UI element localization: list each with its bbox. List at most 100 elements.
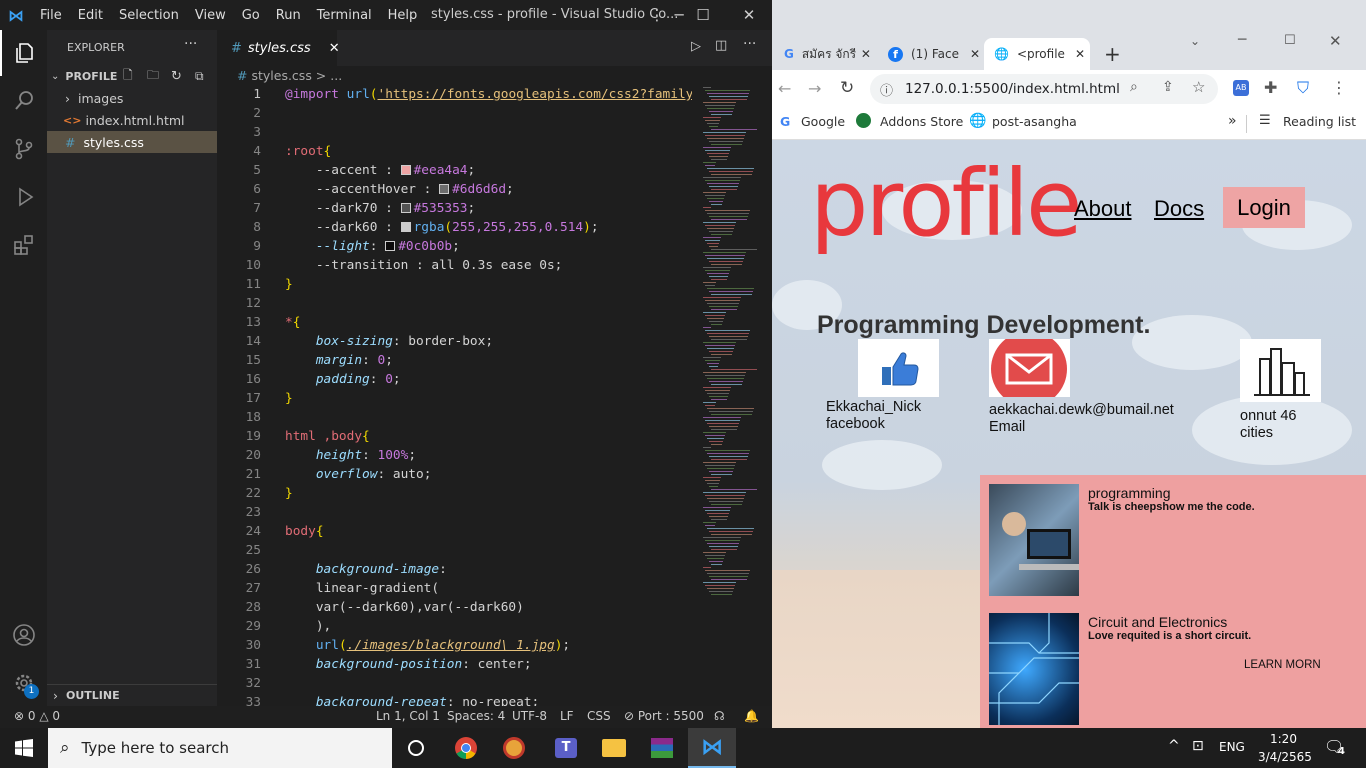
extension-ab-icon[interactable]: AB (1233, 80, 1249, 96)
source-control-icon[interactable] (0, 126, 47, 172)
show-hidden-icons[interactable]: ^ (1168, 738, 1180, 754)
menu-edit[interactable]: Edit (70, 8, 111, 23)
run-icon[interactable]: ▷ (691, 39, 701, 54)
menu-selection[interactable]: Selection (111, 8, 187, 23)
browser-tab-2[interactable]: f (1) Face ✕ (882, 38, 982, 70)
outline-section[interactable]: › OUTLINE (47, 684, 217, 706)
nav-docs[interactable]: Docs (1154, 196, 1204, 222)
browser-close-button[interactable]: ✕ (1329, 32, 1342, 50)
bookmark-addons-store[interactable]: Addons Store (880, 114, 963, 129)
learn-more-link[interactable]: LEARN MORN (1244, 659, 1321, 671)
teams-taskbar-icon[interactable]: T (542, 728, 590, 768)
site-logo[interactable]: profile (810, 150, 1083, 257)
new-file-icon[interactable]: 🗋 (123, 66, 133, 87)
menu-file[interactable]: File (32, 8, 70, 23)
menu-help[interactable]: Help (380, 8, 426, 23)
tab-close-icon[interactable]: ✕ (861, 47, 871, 61)
cursor-position[interactable]: Ln 1, Col 1 (376, 709, 440, 723)
notifications-icon[interactable]: 🔔 (744, 709, 759, 723)
post-title[interactable]: Circuit and Electronics (1088, 614, 1227, 630)
tree-item-index-html[interactable]: <> index.html.html (47, 109, 217, 131)
zoom-icon[interactable]: ⌕ (1130, 79, 1138, 95)
split-editor-icon[interactable]: ◫ (715, 38, 727, 53)
tab-close-icon[interactable]: ✕ (970, 47, 980, 61)
file-explorer-taskbar-icon[interactable] (590, 728, 638, 768)
minimap-line (705, 510, 730, 511)
browser-minimize-button[interactable]: ─ (1238, 32, 1246, 48)
browser-tab-3-active[interactable]: 🌐 <profile ✕ (984, 38, 1090, 70)
url-text[interactable]: 127.0.0.1:5500/index.html.html (905, 81, 1120, 97)
chrome-canary-taskbar-icon[interactable] (490, 728, 538, 768)
browser-tab-1[interactable]: G สมัคร จักรี ✕ (778, 38, 878, 70)
language-mode[interactable]: CSS (587, 709, 611, 723)
extensions-puzzle-icon[interactable]: ✚ (1264, 78, 1277, 97)
tab-search-icon[interactable]: ⌄ (1190, 34, 1200, 48)
nav-about[interactable]: About (1074, 196, 1132, 222)
explorer-icon[interactable] (0, 30, 47, 76)
network-icon[interactable]: ⊡ (1192, 738, 1204, 754)
minimap-line (707, 123, 719, 124)
manage-gear-icon[interactable]: 1 (0, 660, 47, 706)
reload-icon[interactable]: ↻ (840, 78, 854, 98)
search-icon[interactable] (0, 78, 47, 124)
tab-close-icon[interactable]: ✕ (329, 41, 340, 56)
input-language[interactable]: ENG (1219, 740, 1245, 754)
minimap[interactable] (695, 87, 763, 607)
new-folder-icon[interactable]: 🗀 (147, 66, 159, 87)
task-view-icon[interactable] (392, 728, 440, 768)
clock-time[interactable]: 1:20 (1270, 732, 1297, 746)
menu-terminal[interactable]: Terminal (309, 8, 380, 23)
back-icon[interactable]: ← (778, 79, 791, 98)
contact-card-facebook[interactable]: Ekkachai_Nick facebook (826, 399, 921, 433)
live-server-port[interactable]: ⊘ Port : 5500 (624, 709, 704, 723)
maximize-button[interactable]: ☐ (680, 0, 726, 30)
breadcrumb[interactable]: # styles.css > ... (237, 68, 342, 86)
contact-card-email[interactable]: aekkachai.dewk@bumail.net Email (989, 402, 1174, 436)
reading-list[interactable]: Reading list (1283, 114, 1356, 129)
chrome-taskbar-icon[interactable] (442, 728, 490, 768)
run-debug-icon[interactable] (0, 174, 47, 220)
more-actions-icon[interactable]: ··· (184, 36, 197, 52)
tree-item-styles-css[interactable]: # styles.css (47, 131, 217, 153)
clock-date[interactable]: 3/4/2565 (1258, 750, 1312, 764)
new-tab-button[interactable]: + (1104, 42, 1121, 66)
address-bar[interactable]: ⓘ 127.0.0.1:5500/index.html.html ⌕ ⇪ ☆ (870, 74, 1218, 104)
problems-indicator[interactable]: ⊗ 0 △ 0 (14, 709, 60, 723)
tree-item-images[interactable]: › images (47, 87, 217, 109)
collapse-all-icon[interactable]: ⧉ (195, 69, 204, 84)
refresh-icon[interactable]: ↻ (171, 69, 182, 84)
minimap-line (711, 534, 752, 535)
feedback-icon[interactable]: ☊ (714, 709, 725, 723)
browser-menu-icon[interactable]: ⋮ (1331, 78, 1347, 97)
forward-icon[interactable]: → (808, 79, 821, 98)
bookmark-google[interactable]: Google (801, 114, 845, 129)
vscode-taskbar-icon[interactable]: ⋈ (688, 728, 736, 768)
code-editor[interactable]: 1 @import url('https://fonts.googleapis.c… (217, 87, 692, 706)
contact-card-city[interactable]: onnut 46 cities (1240, 408, 1296, 442)
menu-run[interactable]: Run (268, 8, 309, 23)
start-button[interactable] (0, 728, 48, 768)
bookmark-star-icon[interactable]: ☆ (1192, 78, 1205, 96)
site-info-icon[interactable]: ⓘ (880, 80, 893, 99)
login-button[interactable]: Login (1223, 187, 1305, 228)
tab-styles-css[interactable]: # styles.css ✕ (217, 30, 340, 66)
menu-go[interactable]: Go (234, 8, 268, 23)
tab-close-icon[interactable]: ✕ (1075, 47, 1085, 61)
more-bookmarks-icon[interactable]: » (1228, 113, 1237, 129)
eol[interactable]: LF (560, 709, 574, 723)
shield-icon[interactable]: ⛉ (1297, 78, 1309, 98)
browser-maximize-button[interactable]: ☐ (1284, 33, 1296, 48)
taskbar-search[interactable]: ⌕ Type here to search (48, 728, 392, 768)
extensions-icon[interactable] (0, 222, 47, 268)
bookmark-post-asangha[interactable]: post-asangha (992, 114, 1077, 129)
close-button[interactable]: ✕ (726, 0, 772, 30)
project-folder[interactable]: ⌄ PROFILE 🗋 🗀 ↻ ⧉ (47, 65, 217, 87)
accounts-icon[interactable] (0, 612, 47, 658)
indentation[interactable]: Spaces: 4 (447, 709, 505, 723)
share-icon[interactable]: ⇪ (1162, 79, 1174, 95)
encoding[interactable]: UTF-8 (512, 709, 547, 723)
more-actions-icon[interactable]: ··· (743, 36, 756, 52)
post-title[interactable]: programming (1088, 485, 1170, 501)
menu-view[interactable]: View (187, 8, 234, 23)
winrar-taskbar-icon[interactable] (638, 728, 686, 768)
